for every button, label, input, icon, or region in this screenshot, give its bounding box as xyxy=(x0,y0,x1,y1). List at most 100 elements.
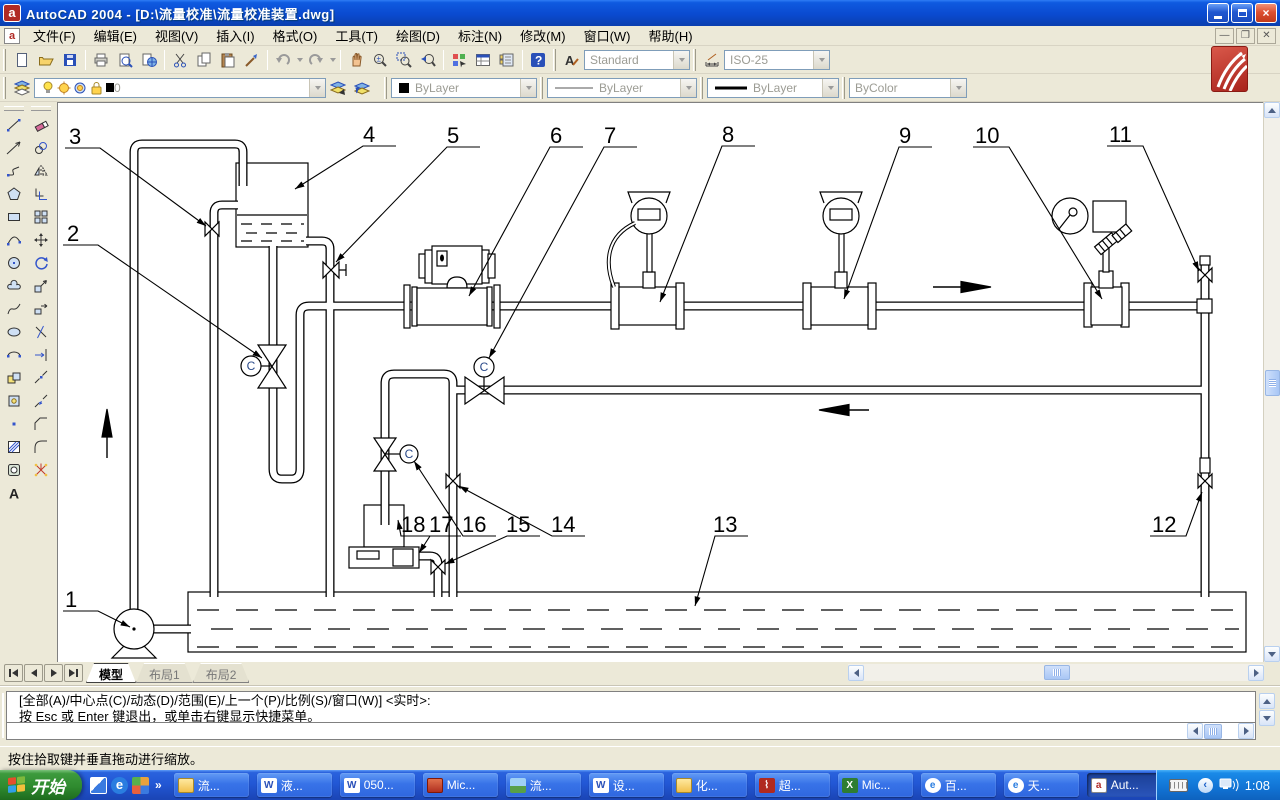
tab-previous-button[interactable] xyxy=(24,664,43,682)
menu-edit[interactable]: 编辑(E) xyxy=(85,24,146,47)
doc-restore-button[interactable]: ❐ xyxy=(1236,28,1255,44)
ime-keyboard-icon[interactable] xyxy=(1169,779,1188,792)
make-layer-current-button[interactable] xyxy=(326,76,350,100)
scroll-down-button[interactable] xyxy=(1264,646,1280,662)
spline-tool[interactable] xyxy=(2,297,26,320)
scroll-up-button[interactable] xyxy=(1264,102,1280,118)
plot-preview-button[interactable] xyxy=(113,48,137,72)
pan-button[interactable] xyxy=(344,48,368,72)
mirror-tool[interactable] xyxy=(29,159,53,182)
region-tool[interactable] xyxy=(2,458,26,481)
linetype-combo[interactable]: ByLayer xyxy=(547,78,697,98)
chamfer-tool[interactable] xyxy=(29,412,53,435)
menu-format[interactable]: 格式(O) xyxy=(264,24,327,47)
menu-file[interactable]: 文件(F) xyxy=(24,24,85,47)
toolbar-grip[interactable] xyxy=(693,49,696,71)
task-folder-1[interactable]: 流... xyxy=(174,773,249,797)
scroll-right-button[interactable] xyxy=(1248,665,1264,681)
match-properties-button[interactable] xyxy=(240,48,264,72)
toolbar-grip[interactable] xyxy=(540,77,543,99)
layers-button[interactable] xyxy=(10,76,34,100)
union-fitting[interactable] xyxy=(1200,458,1210,473)
tab-last-button[interactable] xyxy=(64,664,83,682)
command-scroll-down[interactable] xyxy=(1259,710,1275,726)
network-icon[interactable] xyxy=(1219,777,1239,793)
designcenter-button[interactable] xyxy=(471,48,495,72)
vertical-scrollbar[interactable] xyxy=(1263,102,1280,662)
zoom-realtime-button[interactable]: ± xyxy=(368,48,392,72)
menu-draw[interactable]: 绘图(D) xyxy=(387,24,449,47)
task-ssreader[interactable]: ⌇超... xyxy=(755,773,830,797)
plot-style-combo[interactable]: ByColor xyxy=(849,78,967,98)
task-excel[interactable]: XMic... xyxy=(838,773,913,797)
redo-dropdown[interactable] xyxy=(328,48,337,72)
insert-block-tool[interactable] xyxy=(2,366,26,389)
pump[interactable] xyxy=(112,609,156,658)
cut-button[interactable] xyxy=(168,48,192,72)
menu-help[interactable]: 帮助(H) xyxy=(640,24,702,47)
polygon-tool[interactable] xyxy=(2,182,26,205)
command-scroll-left[interactable] xyxy=(1187,723,1203,739)
doc-minimize-button[interactable]: — xyxy=(1215,28,1234,44)
storage-tank[interactable] xyxy=(188,592,1246,652)
task-word-2[interactable]: W050... xyxy=(340,773,415,797)
offset-tool[interactable] xyxy=(29,182,53,205)
tool-palettes-button[interactable] xyxy=(495,48,519,72)
command-hscrollbar[interactable] xyxy=(1187,723,1254,739)
toolbar-handle[interactable] xyxy=(4,106,24,111)
command-history[interactable]: [全部(A)/中心点(C)/动态(D)/范围(E)/上一个(P)/比例(S)/窗… xyxy=(6,691,1256,740)
multiline-text-tool[interactable]: A xyxy=(2,481,26,504)
quick-launch-chevron-icon[interactable]: » xyxy=(155,778,162,792)
dim-style-combo[interactable]: ISO-25 xyxy=(724,50,830,70)
stretch-tool[interactable] xyxy=(29,297,53,320)
command-scroll-up[interactable] xyxy=(1259,693,1275,709)
color-combo[interactable]: ByLayer xyxy=(391,78,537,98)
explode-tool[interactable] xyxy=(29,458,53,481)
task-ie-2[interactable]: e天... xyxy=(1004,773,1079,797)
paste-button[interactable] xyxy=(216,48,240,72)
trim-tool[interactable] xyxy=(29,320,53,343)
vertical-scroll-thumb[interactable] xyxy=(1265,370,1280,396)
toolbar-grip[interactable] xyxy=(3,77,6,99)
horizontal-scroll-thumb[interactable] xyxy=(1044,665,1070,680)
undo-dropdown[interactable] xyxy=(295,48,304,72)
ssreader-logo[interactable] xyxy=(1211,46,1248,92)
task-folder-2[interactable]: 化... xyxy=(672,773,747,797)
task-autocad[interactable]: aAut... xyxy=(1087,773,1162,797)
extend-tool[interactable] xyxy=(29,343,53,366)
revision-cloud-tool[interactable] xyxy=(2,274,26,297)
lineweight-combo[interactable]: ByLayer xyxy=(707,78,839,98)
array-tool[interactable] xyxy=(29,205,53,228)
break-at-point-tool[interactable] xyxy=(29,366,53,389)
plot-style-dropdown[interactable] xyxy=(950,79,966,97)
copy-button[interactable] xyxy=(192,48,216,72)
scroll-left-button[interactable] xyxy=(848,665,864,681)
undo-button[interactable] xyxy=(271,48,295,72)
copy-object-tool[interactable] xyxy=(29,136,53,159)
color-dropdown[interactable] xyxy=(520,79,536,97)
menu-insert[interactable]: 插入(I) xyxy=(207,24,263,47)
restore-button[interactable] xyxy=(1231,3,1253,23)
menu-view[interactable]: 视图(V) xyxy=(146,24,207,47)
new-button[interactable] xyxy=(10,48,34,72)
text-style-dropdown[interactable] xyxy=(673,51,689,69)
drawing-canvas[interactable]: 1 2 3 4 5 6 7 8 9 10 11 12 13 14 xyxy=(57,102,1263,662)
task-word-1[interactable]: W液... xyxy=(257,773,332,797)
dim-style-dropdown[interactable] xyxy=(813,51,829,69)
circle-tool[interactable] xyxy=(2,251,26,274)
toolbar-grip[interactable] xyxy=(384,77,387,99)
ie-icon[interactable]: e xyxy=(111,777,128,794)
minimize-button[interactable] xyxy=(1207,3,1229,23)
flowmeter-6[interactable] xyxy=(404,246,500,328)
rotate-tool[interactable] xyxy=(29,251,53,274)
hatch-tool[interactable] xyxy=(2,435,26,458)
polyline-tool[interactable] xyxy=(2,159,26,182)
doc-close-button[interactable]: ✕ xyxy=(1257,28,1276,44)
tab-first-button[interactable] xyxy=(4,664,23,682)
tab-layout1[interactable]: 布局1 xyxy=(136,663,193,683)
plot-button[interactable] xyxy=(89,48,113,72)
redo-button[interactable] xyxy=(304,48,328,72)
help-button[interactable]: ? xyxy=(526,48,550,72)
toolbar-grip[interactable] xyxy=(842,77,845,99)
menu-dimension[interactable]: 标注(N) xyxy=(449,24,511,47)
